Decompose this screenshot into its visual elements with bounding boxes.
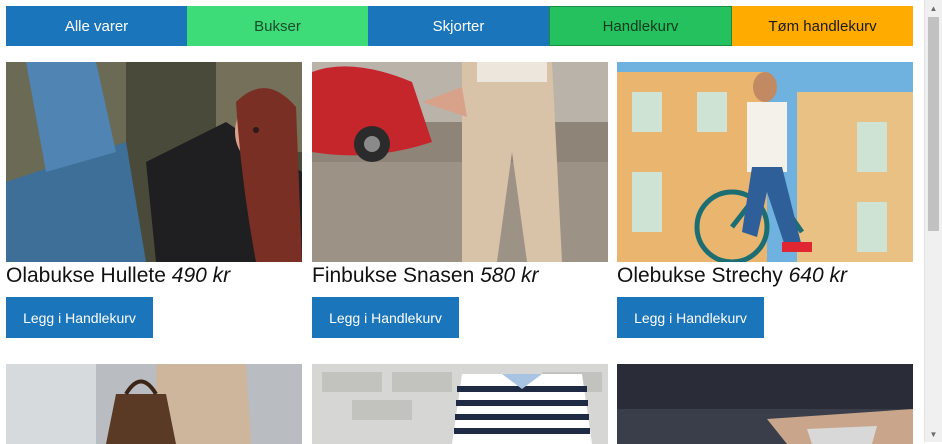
- product-name: Finbukse Snasen: [312, 264, 475, 287]
- nav-shirts-button[interactable]: Skjorter: [368, 6, 549, 46]
- nav-all-items-button[interactable]: Alle varer: [6, 6, 187, 46]
- product-image-chinos-bag: [6, 364, 302, 444]
- add-to-cart-button[interactable]: Legg i Handlekurv: [617, 297, 764, 338]
- product-card: Olebukse Strechy 640 kr Legg i Handlekur…: [617, 62, 913, 338]
- product-price: 640 kr: [788, 264, 847, 287]
- product-card: [312, 364, 608, 444]
- scroll-up-arrow-icon[interactable]: ▲: [925, 0, 942, 16]
- product-name: Olabukse Hullete: [6, 264, 166, 287]
- add-to-cart-button[interactable]: Legg i Handlekurv: [312, 297, 459, 338]
- product-name: Olebukse Strechy: [617, 264, 783, 287]
- product-title: Olabukse Hullete 490 kr: [6, 262, 230, 290]
- product-image-striped-shirt: [312, 364, 608, 444]
- empty-cart-button[interactable]: Tøm handlekurv: [732, 6, 913, 46]
- product-image-stretch-jeans-bicycle: [617, 62, 913, 262]
- scroll-down-arrow-icon[interactable]: ▼: [925, 426, 942, 442]
- product-card: [617, 364, 913, 444]
- product-image-ripped-jeans: [6, 62, 302, 262]
- product-price: 490 kr: [171, 264, 231, 287]
- product-card: Olabukse Hullete 490 kr Legg i Handlekur…: [6, 62, 302, 338]
- product-image-beige-trousers: [312, 62, 608, 262]
- top-nav: Alle varer Bukser Skjorter Handlekurv Tø…: [6, 6, 913, 46]
- nav-cart-button[interactable]: Handlekurv: [549, 6, 732, 46]
- product-card: [6, 364, 302, 444]
- add-to-cart-button[interactable]: Legg i Handlekurv: [6, 297, 153, 338]
- vertical-scrollbar[interactable]: ▲ ▼: [924, 0, 942, 442]
- product-image-dark-shirt: [617, 364, 913, 444]
- nav-pants-button[interactable]: Bukser: [187, 6, 368, 46]
- product-price: 580 kr: [480, 264, 539, 287]
- scrollbar-thumb[interactable]: [928, 17, 939, 231]
- product-title: Finbukse Snasen 580 kr: [312, 262, 539, 290]
- product-card: Finbukse Snasen 580 kr Legg i Handlekurv: [312, 62, 608, 338]
- product-title: Olebukse Strechy 640 kr: [617, 262, 847, 290]
